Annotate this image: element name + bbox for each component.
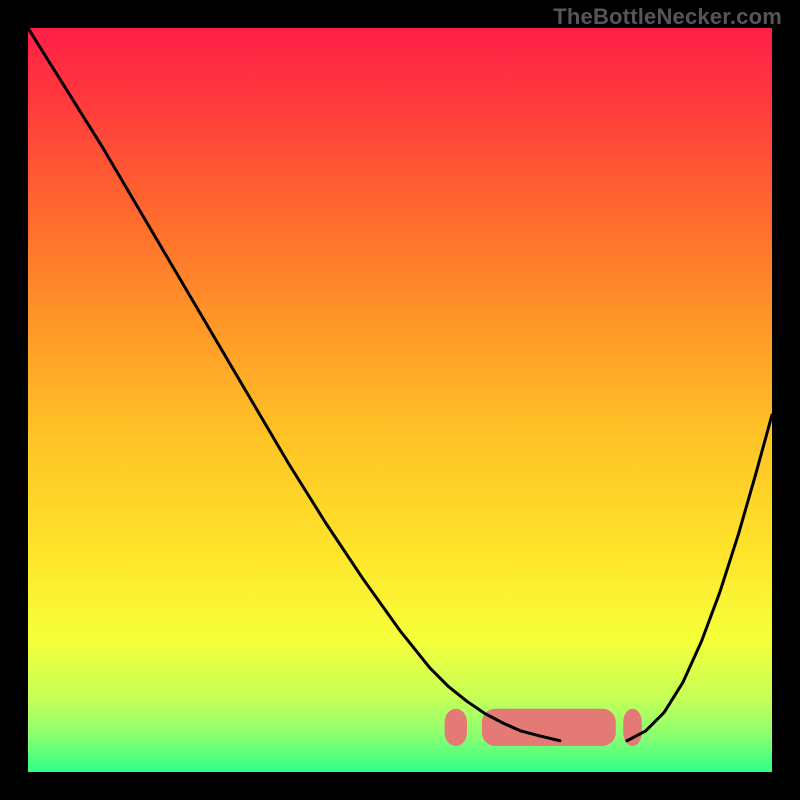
- plot-area: [28, 28, 772, 772]
- band-segment-left-cap: [445, 709, 467, 746]
- chart-container: TheBottleNecker.com: [0, 0, 800, 800]
- band-segment-middle: [482, 709, 616, 746]
- attribution-label: TheBottleNecker.com: [553, 4, 782, 30]
- chart-svg: [28, 28, 772, 772]
- gradient-background: [28, 28, 772, 772]
